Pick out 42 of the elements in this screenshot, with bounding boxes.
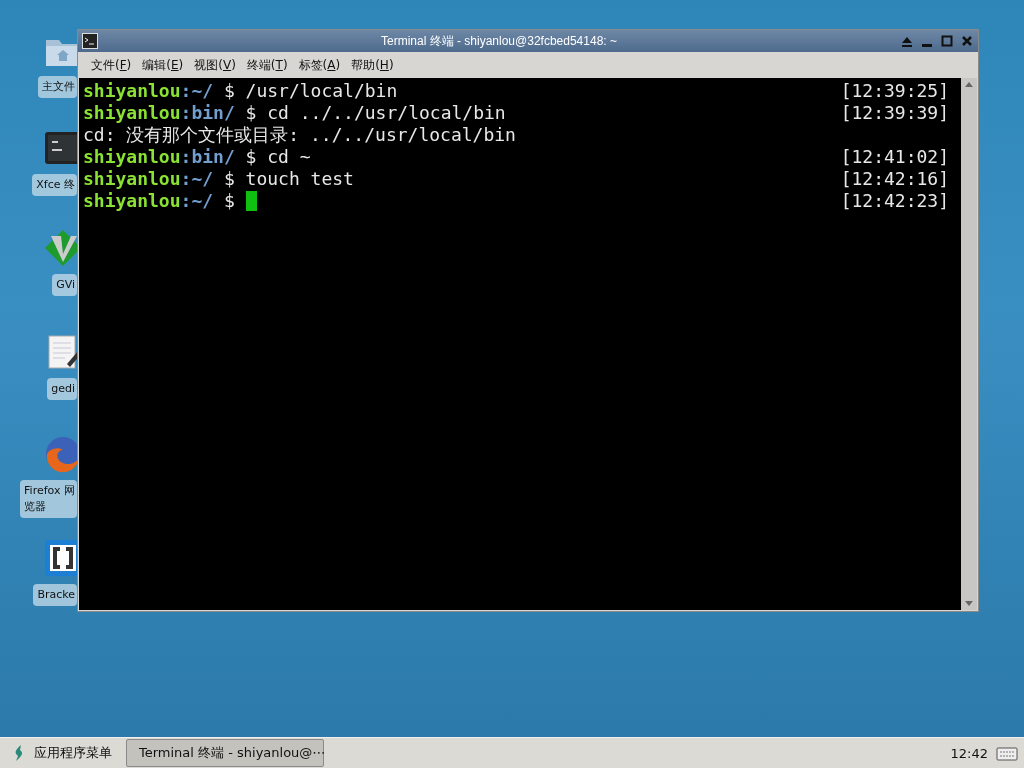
prompt-path: :~/ — [180, 80, 214, 102]
menu-item[interactable]: 编辑(E) — [137, 54, 189, 76]
prompt-user: shiyanlou — [83, 146, 181, 168]
taskbar-button[interactable]: Terminal 终端 - shiyanlou@⋯ — [126, 739, 324, 767]
command-text: $ cd ~ — [244, 146, 311, 168]
window-title: Terminal 终端 - shiyanlou@32fcbed54148: ~ — [380, 32, 618, 50]
menu-item[interactable]: 终端(T) — [241, 54, 293, 76]
prompt-path: :bin/ — [180, 146, 235, 168]
command-text: $ /usr/local/bin — [222, 80, 398, 102]
icon-label[interactable]: Bracke — [33, 584, 77, 606]
icon-label[interactable]: Xfce 终 — [32, 174, 77, 196]
brackets-icon[interactable] — [43, 538, 77, 578]
menu-item[interactable]: 视图(V) — [189, 54, 241, 76]
command-text: $ cd ../../usr/local/bin — [244, 102, 506, 124]
timestamp: [12:42:16] — [840, 168, 949, 190]
prompt-user: shiyanlou — [83, 190, 181, 212]
icon-label[interactable]: GVi — [52, 274, 77, 296]
command-text: $ touch test — [222, 168, 354, 190]
timestamp: [12:39:25] — [840, 80, 949, 102]
timestamp: [12:39:39] — [840, 102, 949, 124]
prompt-path: :~/ — [180, 168, 214, 190]
command-text: $ — [222, 190, 236, 212]
prompt-path: :bin/ — [180, 102, 235, 124]
prompt-user: shiyanlou — [83, 80, 181, 102]
icon-label[interactable]: 主文件 — [38, 76, 77, 98]
icon-label[interactable]: gedi — [47, 378, 77, 400]
maximize-button[interactable] — [940, 34, 954, 48]
prompt-user: shiyanlou — [83, 102, 181, 124]
menu-item[interactable]: 标签(A) — [293, 54, 346, 76]
prompt-user: shiyanlou — [83, 168, 181, 190]
prompt-path: :~/ — [180, 190, 214, 212]
timestamp: [12:42:23] — [840, 190, 949, 212]
output-text: cd: 没有那个文件或目录: ../../usr/local/bin — [83, 124, 516, 146]
menu-item[interactable]: 文件(F) — [86, 54, 137, 76]
clock-text: 12:42 — [950, 745, 988, 761]
timestamp: [12:41:02] — [840, 146, 949, 168]
icon-label[interactable]: Firefox 网 览器 — [20, 480, 77, 518]
menu-item[interactable]: 帮助(H) — [346, 54, 399, 76]
close-button[interactable] — [960, 34, 974, 48]
terminal-icon[interactable] — [82, 33, 98, 49]
app-menu-button[interactable]: 应用程序菜单 — [6, 742, 118, 764]
scrollbar[interactable] — [961, 78, 977, 610]
